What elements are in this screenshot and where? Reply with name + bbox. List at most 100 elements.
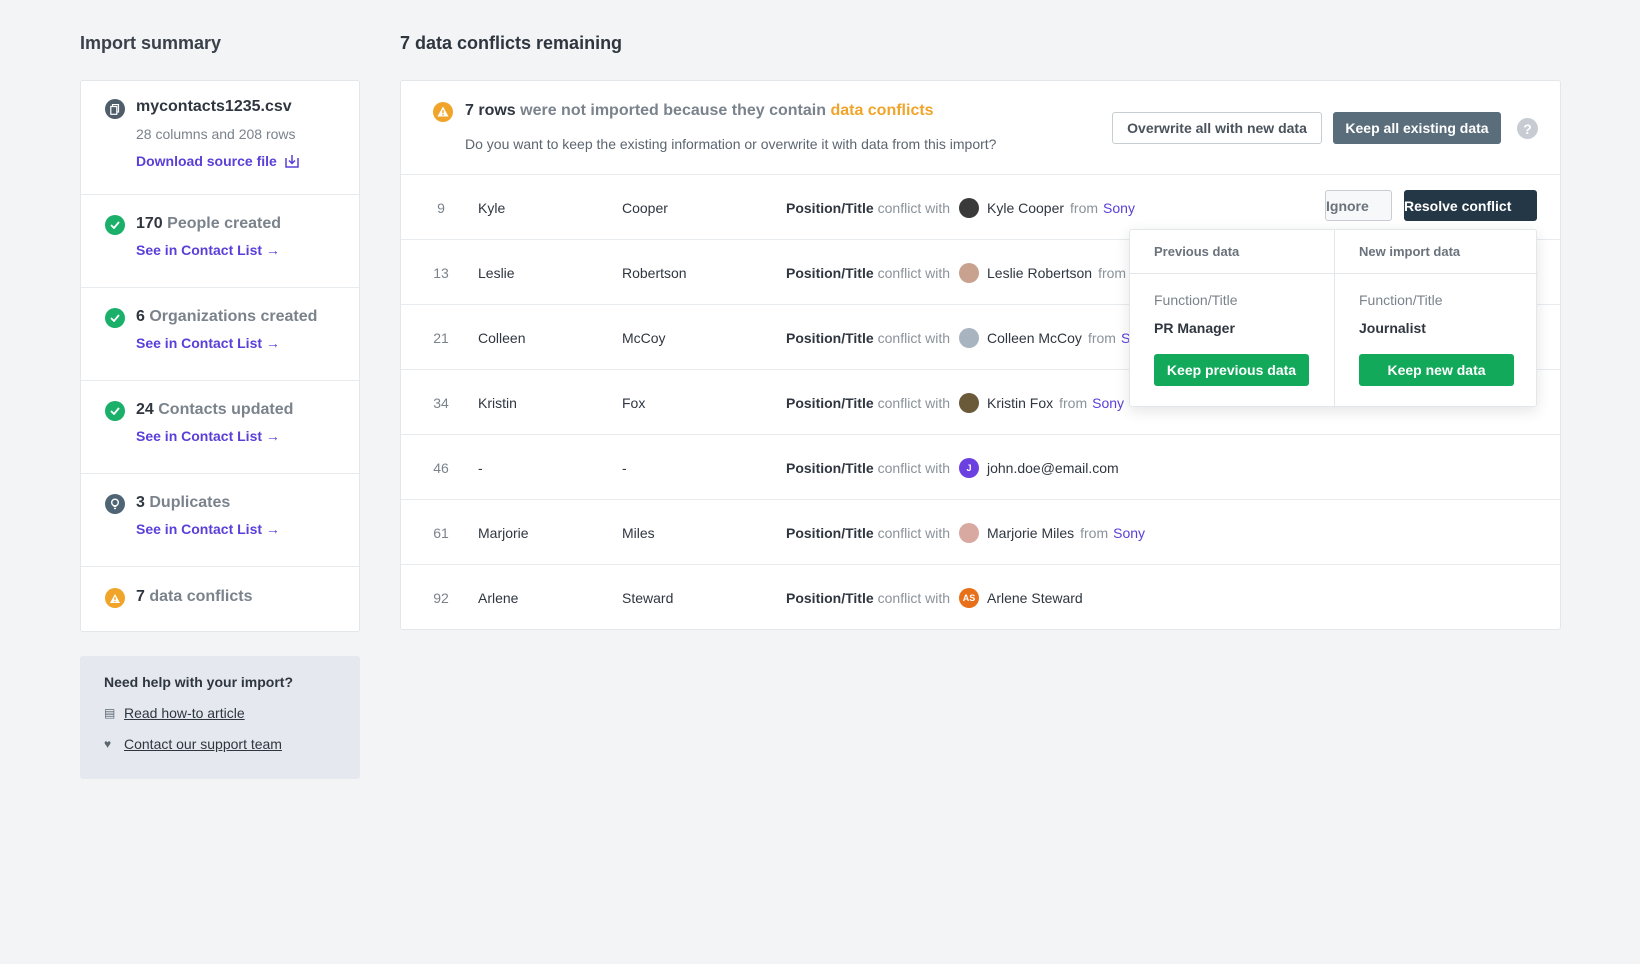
conflict-with-label: conflict with [877,589,950,606]
conflict-description: Position/Title conflict with Jjohn.doe@ema… [786,435,1119,500]
summary-card: mycontacts1235.csv 28 columns and 208 ro… [80,80,360,632]
last-name: Fox [622,394,646,411]
stat-number: 170 [136,215,163,232]
last-name: McCoy [622,329,666,346]
stat-label: data conflicts [149,588,253,605]
check-icon [105,401,125,421]
stat-number: 6 [136,308,145,325]
conflict-description: Position/Title conflict with Colleen McCoy… [786,305,1130,370]
last-name: Miles [622,524,655,541]
from-label: from [1070,199,1099,216]
company-link[interactable]: Sony [1103,200,1135,216]
company-link[interactable]: Sony [1092,395,1124,411]
row-number: 9 [437,199,445,216]
contact-name[interactable]: Marjorie Miles [987,525,1074,541]
first-name: - [478,459,483,476]
how-to-article-link[interactable]: Read how-to article [124,705,245,721]
new-value: Journalist [1359,320,1426,336]
previous-data-column: Previous data Function/Title PR Manager … [1130,230,1334,408]
see-contact-list-link[interactable]: See in Contact List → [136,428,359,444]
overwrite-all-button[interactable]: Overwrite all with new data [1112,112,1322,144]
ignore-button[interactable]: Ignore [1325,190,1392,221]
from-label: from [1080,524,1109,541]
conflict-with-label: conflict with [877,459,950,476]
download-icon [285,155,299,168]
download-source-link[interactable]: Download source file [136,153,359,169]
keep-new-button[interactable]: Keep new data [1359,354,1514,386]
stat-data-conflicts: 7 data conflicts [81,567,359,631]
check-icon [105,308,125,328]
first-name: Colleen [478,329,526,346]
see-contact-list-link[interactable]: See in Contact List → [136,242,359,258]
contact-support-link[interactable]: Contact our support team [124,736,282,752]
conflict-with-label: conflict with [877,264,950,281]
from-label: from [1087,329,1116,346]
conflict-field: Position/Title [786,589,874,606]
conflict-notice: 7 rows were not imported because they co… [465,102,934,120]
notice-highlight: data conflicts [830,102,934,119]
contact-name[interactable]: Kristin Fox [987,395,1053,411]
contact-name[interactable]: Kyle Cooper [987,200,1064,216]
warning-icon [105,588,125,608]
stat-contacts-updated: 24 Contacts updated See in Contact List … [81,381,359,474]
warning-icon [433,102,453,125]
rows-count: 7 rows [465,102,516,119]
conflict-description: Position/Title conflict with Marjorie Mile… [786,500,1145,565]
keep-previous-button[interactable]: Keep previous data [1154,354,1309,386]
conflict-field: Position/Title [786,459,874,476]
first-name: Kyle [478,199,506,216]
help-icon[interactable]: ? [1517,118,1538,139]
conflict-field: Position/Title [786,199,874,216]
conflict-field: Position/Title [786,524,874,541]
avatar: J [959,457,979,478]
row-number: 92 [433,589,449,606]
contact-name[interactable]: Colleen McCoy [987,330,1082,346]
field-label: Function/Title [1154,292,1238,308]
avatar [959,197,979,218]
last-name: Steward [622,589,674,606]
stat-label: Organizations created [149,308,318,325]
first-name: Kristin [478,394,517,411]
see-contact-list-link[interactable]: See in Contact List → [136,335,359,351]
file-name: mycontacts1235.csv [136,98,292,115]
company-link[interactable]: Sony [1113,525,1145,541]
notice-question: Do you want to keep the existing informa… [465,136,997,152]
stat-number: 7 [136,588,145,605]
previous-data-header: Previous data [1130,230,1334,274]
last-name: Cooper [622,199,668,216]
avatar [959,392,979,413]
avatar [959,262,979,283]
see-contact-list-link[interactable]: See in Contact List → [136,521,359,537]
contact-name[interactable]: Leslie Robertson [987,265,1092,281]
table-row: 61 Marjorie Miles Position/Title conflict wi… [401,500,1560,565]
first-name: Arlene [478,589,519,606]
check-icon [105,215,125,235]
stat-label: Contacts updated [158,401,294,418]
conflict-description: Position/Title conflict with Kyle Cooper fr… [786,175,1135,240]
table-row: 92 Arlene Steward Position/Title conflict wi… [401,565,1560,630]
conflict-description: Position/Title conflict with Leslie Robert… [786,240,1126,305]
keep-all-existing-button[interactable]: Keep all existing data [1333,112,1501,144]
conflict-field: Position/Title [786,394,874,411]
table-row: 46 - - Position/Title conflict with Jjohn.doe… [401,435,1560,500]
conflict-with-label: conflict with [877,199,950,216]
conflict-field: Position/Title [786,264,874,281]
first-name: Leslie [478,264,515,281]
stat-label: People created [167,215,281,232]
resolve-conflict-button[interactable]: Resolve conflict [1404,190,1537,221]
stat-label: Duplicates [149,494,231,511]
new-data-header: New import data [1335,230,1538,274]
stat-people-created: 170 People created See in Contact List → [81,195,359,288]
row-number: 61 [433,524,449,541]
stat-duplicates: 3 Duplicates See in Contact List → [81,474,359,567]
from-label: from [1059,394,1088,411]
conflicts-header: 7 rows were not imported because they co… [401,81,1560,175]
file-meta: 28 columns and 208 rows [136,126,296,142]
avatar [959,327,979,348]
contact-name[interactable]: Arlene Steward [987,590,1083,606]
contact-name[interactable]: john.doe@email.com [987,460,1119,476]
import-summary-title: Import summary [80,33,222,53]
conflict-with-label: conflict with [877,394,950,411]
stat-number: 24 [136,401,154,418]
conflict-description: Position/Title conflict with Kristin Fox fr… [786,370,1124,435]
